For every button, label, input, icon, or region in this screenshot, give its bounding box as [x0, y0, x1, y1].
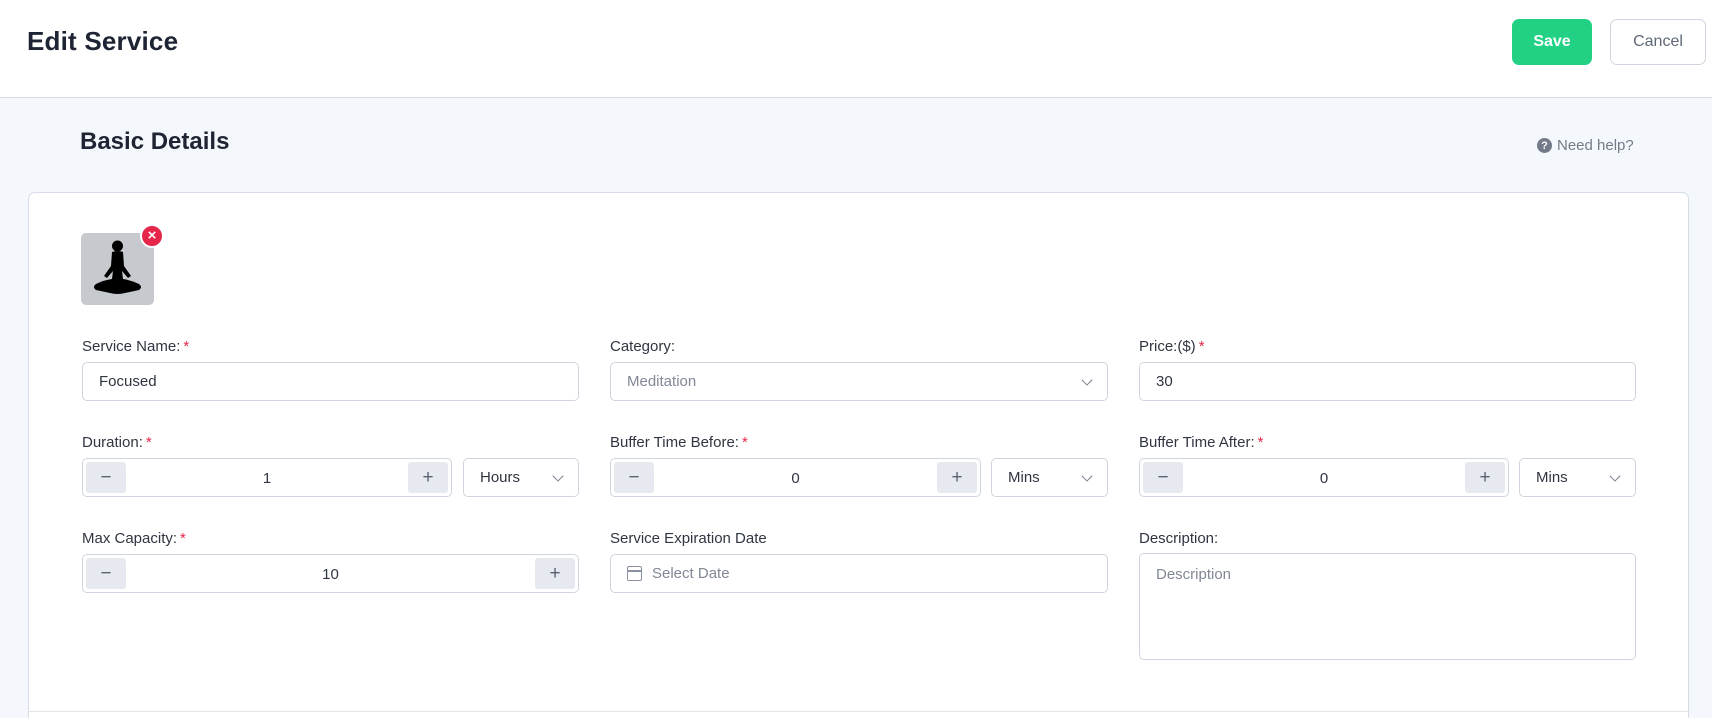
buffer-before-stepper[interactable]: − 0 +	[610, 458, 981, 497]
buffer-after-stepper[interactable]: − 0 +	[1139, 458, 1509, 497]
card-divider	[29, 711, 1688, 712]
duration-value[interactable]: 1	[126, 462, 408, 493]
buffer-after-unit-value: Mins	[1536, 469, 1568, 486]
service-name-label: Service Name: *	[82, 338, 190, 355]
expiration-date-placeholder: Select Date	[652, 565, 730, 582]
buffer-after-plus-button[interactable]: +	[1465, 462, 1505, 493]
top-bar: Edit Service Save Cancel	[0, 0, 1712, 98]
chevron-down-icon	[1081, 373, 1093, 386]
chevron-down-icon	[1081, 469, 1093, 482]
price-label: Price:($) *	[1139, 338, 1205, 355]
buffer-before-label: Buffer Time Before: *	[610, 434, 748, 451]
buffer-before-unit-value: Mins	[1008, 469, 1040, 486]
buffer-after-unit-select[interactable]: Mins	[1519, 458, 1636, 497]
category-label: Category:	[610, 338, 676, 355]
remove-image-button[interactable]: ×	[140, 224, 164, 248]
max-capacity-stepper[interactable]: − 10 +	[82, 554, 579, 593]
need-help-link[interactable]: ? Need help?	[1537, 137, 1634, 154]
max-capacity-label: Max Capacity: *	[82, 530, 186, 547]
buffer-before-minus-button[interactable]: −	[614, 462, 654, 493]
buffer-before-value[interactable]: 0	[654, 462, 937, 493]
service-name-input[interactable]: Focused	[82, 362, 579, 401]
buffer-after-label: Buffer Time After: *	[1139, 434, 1264, 451]
duration-plus-button[interactable]: +	[408, 462, 448, 493]
description-textarea[interactable]: Description	[1139, 553, 1636, 660]
duration-label: Duration: *	[82, 434, 152, 451]
buffer-before-plus-button[interactable]: +	[937, 462, 977, 493]
need-help-label: Need help?	[1557, 137, 1634, 154]
section-title: Basic Details	[80, 128, 230, 155]
max-capacity-minus-button[interactable]: −	[86, 558, 126, 589]
duration-minus-button[interactable]: −	[86, 462, 126, 493]
buffer-after-value[interactable]: 0	[1183, 462, 1465, 493]
duration-unit-select[interactable]: Hours	[463, 458, 579, 497]
calendar-icon	[627, 566, 642, 581]
page-title: Edit Service	[27, 26, 179, 56]
cancel-button[interactable]: Cancel	[1610, 19, 1706, 65]
max-capacity-value[interactable]: 10	[126, 558, 535, 589]
chevron-down-icon	[1609, 469, 1621, 482]
question-icon: ?	[1537, 138, 1552, 153]
expiration-date-input[interactable]: Select Date	[610, 554, 1108, 593]
expiration-date-label: Service Expiration Date	[610, 530, 767, 547]
duration-stepper[interactable]: − 1 +	[82, 458, 452, 497]
description-label: Description:	[1139, 530, 1219, 547]
chevron-down-icon	[552, 469, 564, 482]
price-input[interactable]: 30	[1139, 362, 1636, 401]
save-button[interactable]: Save	[1512, 19, 1592, 65]
buffer-before-unit-select[interactable]: Mins	[991, 458, 1108, 497]
duration-unit-value: Hours	[480, 469, 521, 486]
category-select[interactable]: Meditation	[610, 362, 1108, 401]
max-capacity-plus-button[interactable]: +	[535, 558, 575, 589]
buffer-after-minus-button[interactable]: −	[1143, 462, 1183, 493]
category-value: Meditation	[627, 373, 697, 390]
